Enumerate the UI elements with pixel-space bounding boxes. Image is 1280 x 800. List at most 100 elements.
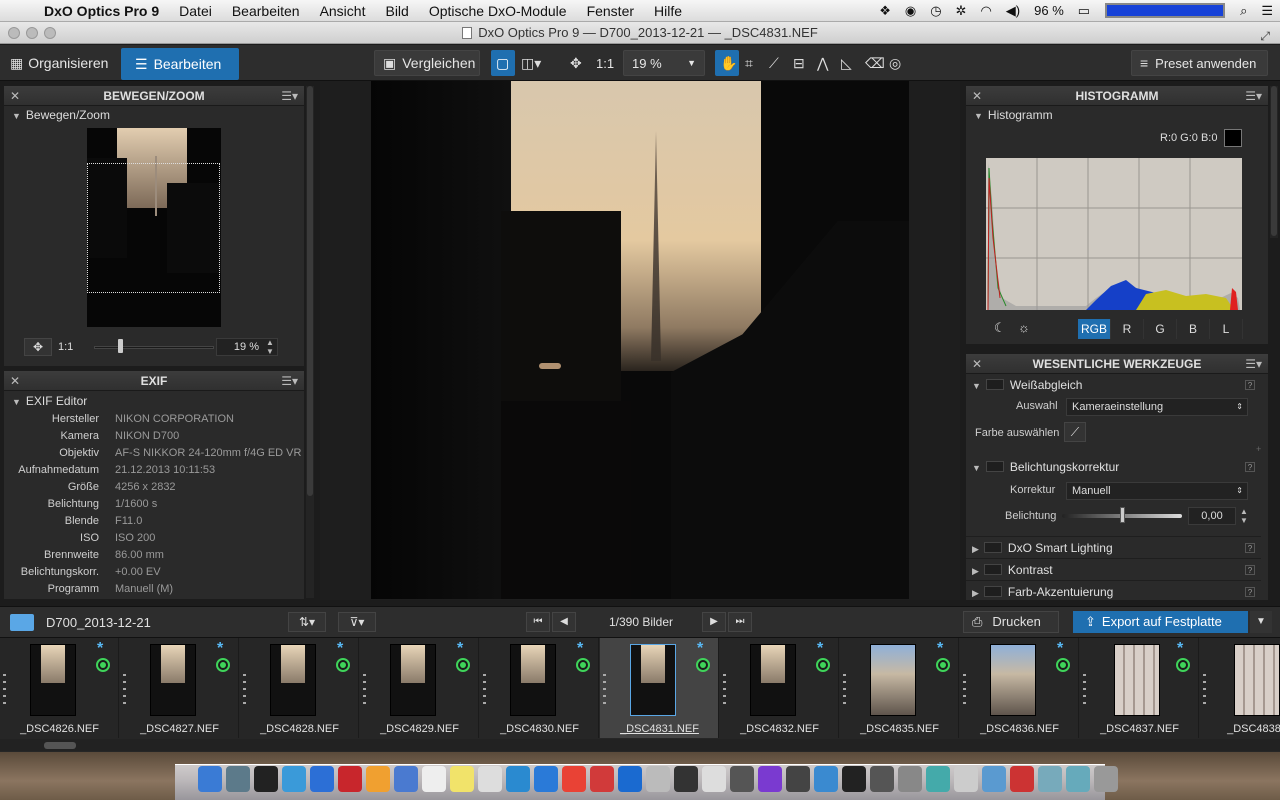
thumbnail-image[interactable] [1114, 644, 1160, 716]
zoom-stepper-icon[interactable]: ▲ ▼ [266, 338, 276, 356]
wifi-icon[interactable]: ◠ [973, 3, 998, 19]
help-icon[interactable]: ? [1245, 565, 1255, 575]
volume-icon[interactable]: ◀) [999, 3, 1027, 19]
filmstrip-scrollbar-thumb[interactable] [44, 742, 76, 749]
tool-checkbox[interactable] [983, 542, 1002, 553]
filmstrip-thumbnail[interactable]: *_DSC4838.N [1200, 638, 1280, 738]
thumbnail-grip-icon[interactable] [963, 674, 966, 704]
zoom-select[interactable]: 19 % ▼ [623, 50, 705, 76]
menu-hilfe[interactable]: Hilfe [644, 3, 692, 19]
thumbnail-image[interactable] [630, 644, 676, 716]
panel-menu-icon[interactable]: ☰▾ [281, 86, 298, 106]
dock-app-icon[interactable] [702, 766, 726, 792]
filmstrip-thumbnail[interactable]: * _DSC4827.NEF [120, 638, 239, 738]
exif-value[interactable]: ISO 200 [115, 530, 155, 547]
close-icon[interactable]: ✕ [10, 371, 20, 391]
dock-app-icon[interactable] [814, 766, 838, 792]
dock-app-icon[interactable] [870, 766, 894, 792]
histogram-channel-g[interactable]: G [1144, 319, 1177, 339]
histogram-channel-b[interactable]: B [1177, 319, 1210, 339]
dock-app-icon[interactable] [730, 766, 754, 792]
tool-checkbox[interactable] [983, 586, 1002, 597]
dock-app-icon[interactable] [646, 766, 670, 792]
dock-app-icon[interactable] [674, 766, 698, 792]
plus-icon[interactable]: + [1256, 444, 1261, 454]
apply-preset-button[interactable]: ≡ Preset anwenden [1131, 50, 1268, 76]
eyedropper-icon[interactable]: ⟋ [1064, 422, 1086, 442]
filmstrip-thumbnail[interactable]: * _DSC4830.NEF [480, 638, 599, 738]
exif-section[interactable]: ▼ EXIF Editor [4, 392, 304, 410]
filmstrip-thumbnail[interactable]: * _DSC4837.NEF [1080, 638, 1199, 738]
right-scrollbar-thumb[interactable] [1271, 86, 1277, 236]
dock-app-icon[interactable] [982, 766, 1006, 792]
white-balance-checkbox[interactable] [985, 379, 1004, 390]
tool-row-collapsed[interactable]: ▶ DxO Smart Lighting? [966, 536, 1261, 558]
star-icon[interactable]: * [337, 640, 343, 658]
dock-app-icon[interactable] [366, 766, 390, 792]
help-icon[interactable]: ? [1245, 543, 1255, 553]
help-icon[interactable]: ? [1245, 380, 1255, 390]
white-balance-header[interactable]: ▼ Weißabgleich ? [966, 374, 1261, 396]
fullscreen-icon[interactable]: ⤢ [1260, 25, 1270, 47]
navigator-preview[interactable] [87, 128, 221, 327]
thumbnail-grip-icon[interactable] [843, 674, 846, 704]
thumbnail-grip-icon[interactable] [603, 674, 606, 704]
star-icon[interactable]: * [817, 640, 823, 658]
thumbnail-image[interactable] [870, 644, 916, 716]
dock-app-icon[interactable] [926, 766, 950, 792]
single-view-button[interactable]: ▢ [491, 50, 515, 76]
panel-menu-icon[interactable]: ☰▾ [1245, 354, 1262, 374]
close-icon[interactable]: ✕ [972, 354, 982, 374]
edit-tab[interactable]: ☰ Bearbeiten [121, 48, 239, 80]
menu-app[interactable]: DxO Optics Pro 9 [40, 3, 169, 19]
organize-tab[interactable]: ▦ Organisieren [0, 48, 118, 78]
dock-app-icon[interactable] [254, 766, 278, 792]
exposure-checkbox[interactable] [985, 461, 1004, 472]
dock-app-icon[interactable] [506, 766, 530, 792]
zoom-slider-thumb[interactable] [118, 339, 123, 353]
dock-app-icon[interactable] [758, 766, 782, 792]
highlight-clipping-icon[interactable]: ☼ [1018, 320, 1030, 335]
hand-tool-button[interactable]: ✋ [715, 50, 739, 76]
navigator-section[interactable]: ▼ Bewegen/Zoom [4, 106, 304, 124]
dock-app-icon[interactable] [450, 766, 474, 792]
dock-app-icon[interactable] [842, 766, 866, 792]
shadow-clipping-icon[interactable]: ☾ [994, 320, 1006, 336]
dropbox-icon[interactable]: ❖ [872, 3, 898, 19]
exposure-value-field[interactable]: 0,00 [1188, 507, 1236, 525]
close-window-button[interactable] [8, 27, 20, 39]
menu-datei[interactable]: Datei [169, 3, 222, 19]
red-eye-tool-button[interactable]: ◎ [884, 50, 908, 76]
next-image-button[interactable]: ▶ [702, 612, 726, 632]
time-machine-icon[interactable]: ◷ [923, 3, 948, 19]
thumbnail-image[interactable] [390, 644, 436, 716]
eyedropper-tool-button[interactable]: ⟋ [764, 50, 788, 76]
filmstrip-thumbnail[interactable]: * _DSC4835.NEF [840, 638, 959, 738]
perspective-tool-button[interactable]: ⋀ [812, 50, 836, 76]
crop-tool-button[interactable]: ⌗ [740, 50, 764, 76]
dock-app-icon[interactable] [534, 766, 558, 792]
wb-selection-dropdown[interactable]: Kameraeinstellung ⇕ [1066, 398, 1248, 416]
thumbnail-grip-icon[interactable] [1083, 674, 1086, 704]
dock-app-icon[interactable] [898, 766, 922, 792]
one-to-one-button[interactable]: 1:1 [588, 50, 618, 76]
left-panel-scrollbar[interactable] [306, 86, 314, 598]
dock-app-icon[interactable] [198, 766, 222, 792]
horizon-tool-button[interactable]: ⊟ [788, 50, 812, 76]
dock-app-icon[interactable] [1066, 766, 1090, 792]
image-viewer[interactable] [320, 81, 960, 600]
exposure-slider-thumb[interactable] [1120, 507, 1125, 523]
thumbnail-image[interactable] [150, 644, 196, 716]
record-icon[interactable]: ◉ [898, 3, 923, 19]
close-icon[interactable]: ✕ [10, 86, 20, 106]
filmstrip-thumbnail[interactable]: * _DSC4831.NEF [600, 638, 719, 738]
star-icon[interactable]: * [1177, 640, 1183, 658]
dock-app-icon[interactable] [1010, 766, 1034, 792]
menu-fenster[interactable]: Fenster [577, 3, 644, 19]
clock-highlight[interactable] [1105, 3, 1226, 18]
compare-button[interactable]: ▣ Vergleichen [374, 50, 480, 76]
menu-ansicht[interactable]: Ansicht [310, 3, 376, 19]
thumbnail-image[interactable] [510, 644, 556, 716]
thumbnail-grip-icon[interactable] [123, 674, 126, 704]
help-icon[interactable]: ? [1245, 587, 1255, 597]
